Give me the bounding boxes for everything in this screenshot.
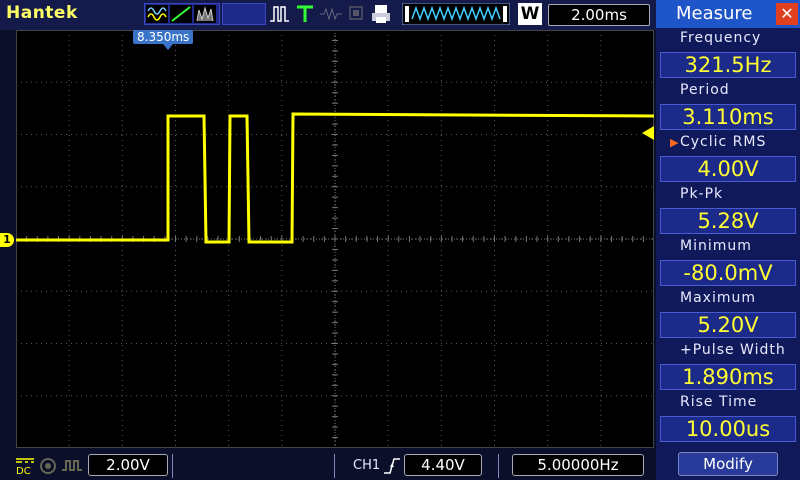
bandwidth-limit-icon[interactable] — [38, 456, 58, 476]
sine-wave-icon — [146, 5, 168, 23]
bottom-status-bar: DC 2.00V CH1 4.40V 5.00000Hz — [0, 448, 656, 480]
waveform-record-icon — [318, 4, 344, 24]
brand-logo: Hantek — [6, 3, 78, 23]
measure-value-maximum[interactable]: 5.20V — [660, 312, 796, 338]
measure-label-pk-pk: Pk-Pk — [680, 186, 724, 202]
timebase-waveform-icon[interactable] — [401, 2, 511, 26]
measure-panel: Measure ✕ Frequency 321.5Hz Period 3.110… — [656, 0, 800, 480]
measure-label-period: Period — [680, 82, 730, 98]
acquire-mode-group[interactable] — [144, 3, 220, 25]
trigger-level-readout[interactable]: 4.40V — [404, 454, 482, 476]
pulse-icon — [268, 4, 290, 24]
dc-coupling-icon[interactable]: DC — [14, 456, 36, 477]
measure-value-cyclic-rms[interactable]: 4.00V — [660, 156, 796, 182]
measure-value-pulse-width[interactable]: 1.890ms — [660, 364, 796, 390]
trigger-t-icon — [294, 4, 316, 24]
trigger-time-marker[interactable]: 8.350ms — [133, 30, 194, 44]
printer-icon — [370, 4, 392, 24]
measure-title: Measure — [676, 3, 753, 24]
measure-label-maximum: Maximum — [680, 290, 756, 306]
measure-label-rise-time: Rise Time — [680, 394, 758, 410]
trigger-level-arrow[interactable] — [642, 126, 654, 140]
memory-depth-box[interactable] — [222, 3, 266, 25]
timebase-readout[interactable]: 2.00ms — [548, 4, 650, 26]
measure-value-minimum[interactable]: -80.0mV — [660, 260, 796, 286]
waveform-display[interactable] — [16, 30, 654, 448]
trigger-channel-label: CH1 — [353, 458, 381, 473]
svg-text:DC: DC — [16, 466, 31, 476]
invert-waveform-icon[interactable] — [60, 456, 84, 476]
measure-value-frequency[interactable]: 321.5Hz — [660, 52, 796, 78]
graticule — [16, 30, 654, 448]
trigger-frequency-readout: 5.00000Hz — [512, 454, 644, 476]
separator — [334, 454, 335, 478]
measure-panel-header: Measure ✕ — [656, 0, 800, 28]
separator — [172, 454, 173, 478]
measure-label-cyclic-rms: Cyclic RMS — [670, 134, 766, 150]
measure-label-pulse-width: +Pulse Width — [680, 342, 786, 358]
modify-button[interactable]: Modify — [678, 452, 778, 476]
peak-detect-icon — [194, 5, 216, 23]
measure-value-period[interactable]: 3.110ms — [660, 104, 796, 130]
measure-value-rise-time[interactable]: 10.00us — [660, 416, 796, 442]
timebase-mode-label[interactable]: W — [518, 3, 542, 25]
channel1-marker[interactable]: 1 — [0, 233, 14, 247]
measure-label-frequency: Frequency — [680, 30, 762, 46]
slope-icon — [170, 5, 192, 23]
measure-value-pk-pk[interactable]: 5.28V — [660, 208, 796, 234]
rising-edge-icon[interactable] — [382, 456, 402, 476]
measure-label-minimum: Minimum — [680, 238, 752, 254]
volts-per-div[interactable]: 2.00V — [88, 454, 168, 476]
top-status-bar: Hantek W 2.00ms — [0, 0, 656, 30]
close-icon[interactable]: ✕ — [776, 3, 798, 25]
separator — [498, 454, 499, 478]
trigger-position-arrow — [163, 44, 173, 50]
usb-device-icon — [346, 4, 366, 24]
